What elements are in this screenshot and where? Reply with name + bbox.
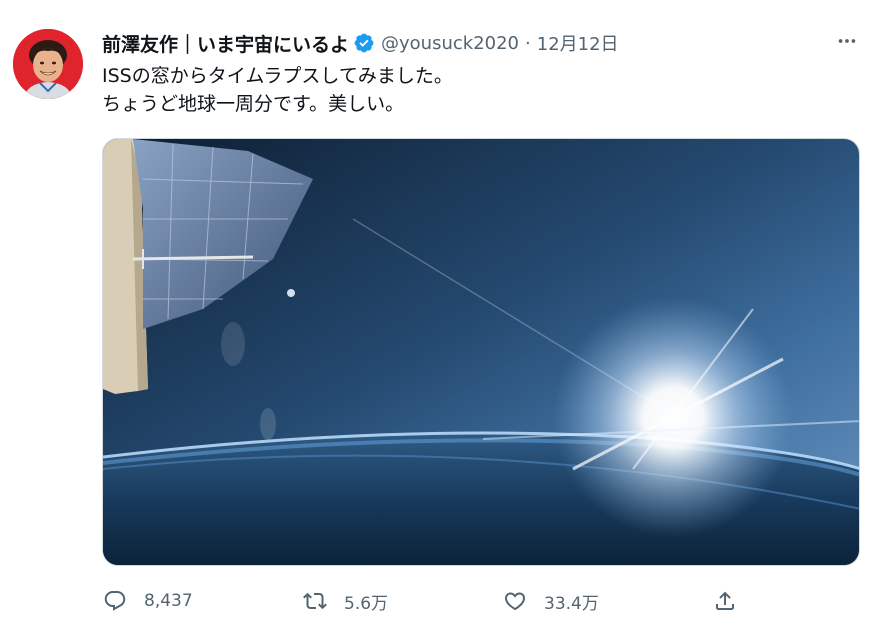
like-count: 33.4万 [544, 593, 599, 614]
like-button[interactable]: 33.4万 [502, 584, 599, 618]
tweet-action-bar: 8,437 5.6万 33.4万 [102, 584, 752, 618]
share-button[interactable] [712, 584, 738, 618]
reply-button[interactable]: 8,437 [102, 584, 193, 618]
heart-icon [502, 588, 528, 614]
reply-icon [102, 588, 128, 614]
retweet-count: 5.6万 [344, 593, 389, 614]
avatar[interactable] [13, 29, 83, 99]
tweet-text-line: ちょうど地球一周分です。美しい。 [102, 93, 405, 115]
display-name[interactable]: 前澤友作｜いま宇宙にいるよ [102, 30, 349, 57]
tweet-header: 前澤友作｜いま宇宙にいるよ @yousuck2020 · 12月12日 [102, 30, 619, 56]
user-handle[interactable]: @yousuck2020 [381, 33, 519, 54]
share-icon [712, 588, 738, 614]
tweet-text: ISSの窓からタイムラプスしてみました。 ちょうど地球一周分です。美しい。 [102, 62, 453, 118]
tweet-media[interactable] [102, 138, 860, 566]
tweet-date[interactable]: 12月12日 [537, 30, 619, 56]
retweet-icon [302, 588, 328, 614]
more-horizontal-icon [836, 30, 858, 56]
tweet-text-line: ISSの窓からタイムラプスしてみました。 [102, 65, 453, 87]
more-options-button[interactable] [832, 30, 862, 56]
separator-dot: · [525, 32, 531, 54]
retweet-button[interactable]: 5.6万 [302, 584, 388, 618]
tweet-card[interactable]: 前澤友作｜いま宇宙にいるよ @yousuck2020 · 12月12日 ISSの… [0, 0, 883, 637]
video-thumbnail [103, 139, 859, 565]
reply-count: 8,437 [144, 591, 193, 611]
avatar-image [13, 29, 83, 99]
verified-badge-icon [353, 32, 375, 54]
